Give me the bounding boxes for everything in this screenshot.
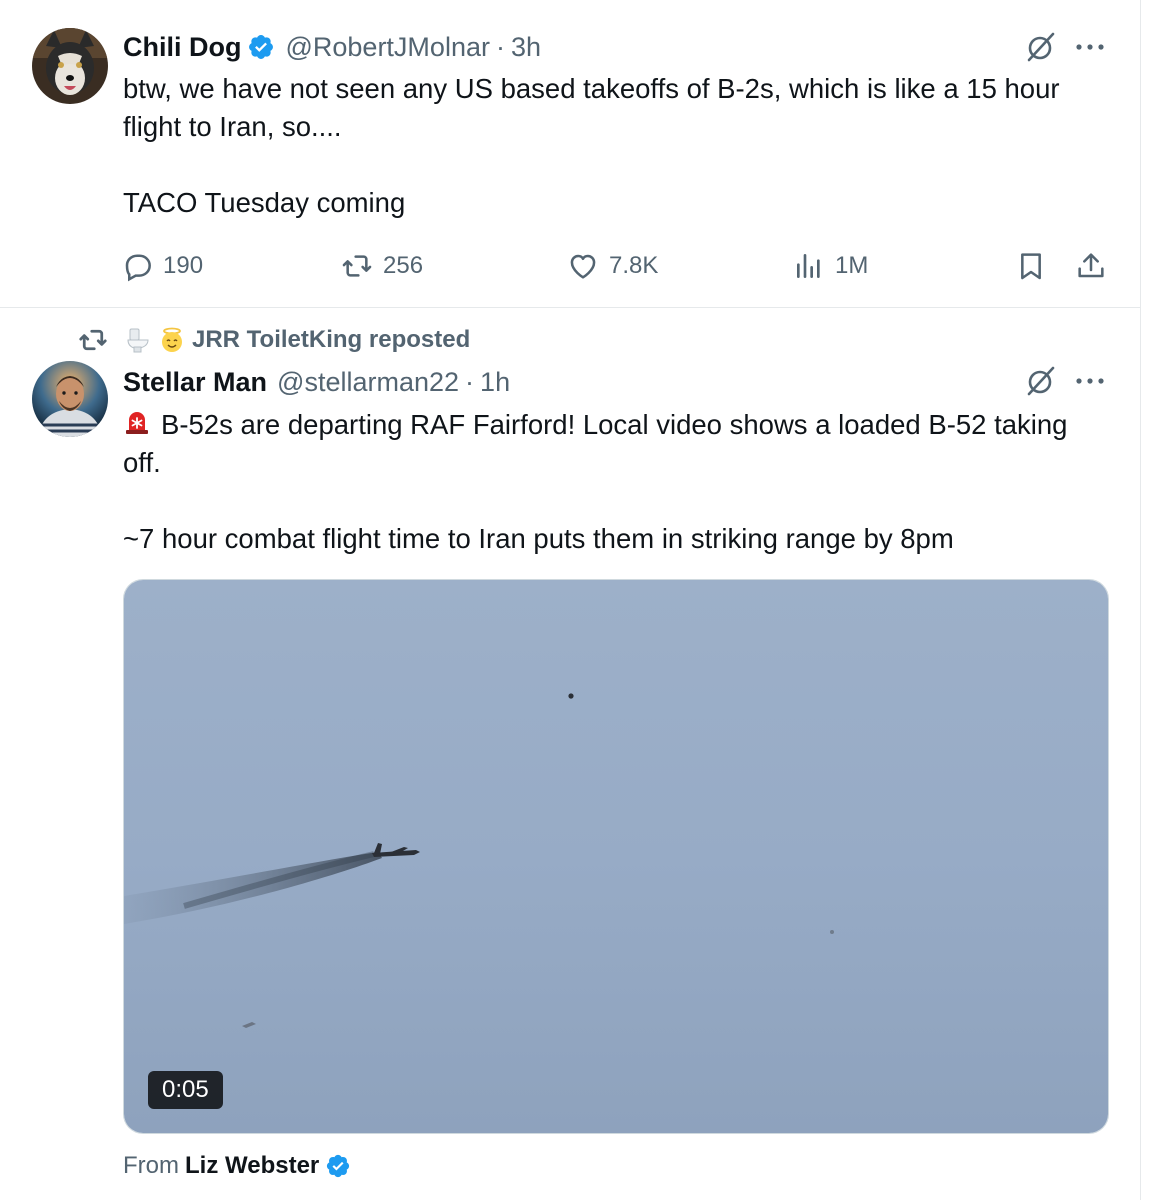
bookmark-button[interactable] [1015, 246, 1047, 286]
repost-button[interactable]: 256 [341, 246, 423, 286]
reply-icon [125, 254, 151, 282]
share-icon [1078, 253, 1104, 278]
repost-count: 256 [383, 252, 424, 279]
like-button[interactable]: 7.8K [567, 246, 658, 286]
tweet[interactable]: Chili Dog @RobertJMolnar · 3h btw, we ha… [0, 0, 1141, 308]
tweet-text: B-52s are departing RAF Fairford! Local … [123, 404, 1083, 558]
avatar[interactable] [32, 28, 108, 104]
grok-icon[interactable] [1025, 31, 1057, 63]
view-count: 1M [835, 252, 869, 279]
bookmark-icon [1021, 253, 1041, 280]
tweet-text-body: B-52s are departing RAF Fairford! Local … [123, 409, 1068, 554]
repost-icon [79, 329, 107, 351]
source-prefix: From [123, 1152, 179, 1179]
tweet[interactable]: JRR ToiletKing reposted Stellar Man @ste… [0, 308, 1141, 1200]
author-name[interactable]: Chili Dog [123, 32, 241, 63]
share-button[interactable] [1075, 246, 1107, 286]
separator-dot: · [495, 31, 505, 62]
views-chart-icon [797, 254, 820, 278]
timestamp[interactable]: 3h [511, 32, 541, 63]
more-options-icon[interactable] [1073, 30, 1107, 64]
media-source-attribution: From Liz Webster [123, 1150, 351, 1182]
heart-icon [570, 254, 596, 279]
rotating-light-icon [123, 404, 151, 434]
astronaut-avatar [32, 361, 108, 437]
verified-badge-icon [247, 33, 275, 61]
avatar[interactable] [32, 361, 108, 437]
views-button[interactable]: 1M [793, 246, 868, 286]
b52-bomber-in-sky [124, 580, 1108, 1133]
repost-icon [342, 255, 372, 277]
author-handle[interactable]: @RobertJMolnar [285, 32, 489, 63]
tweet-actions: 190 256 7.8K 1M [121, 246, 1111, 286]
author-name[interactable]: Stellar Man [123, 367, 267, 398]
reply-count: 190 [163, 252, 204, 279]
reply-button[interactable]: 190 [121, 246, 203, 286]
repost-context-text[interactable]: JRR ToiletKing reposted [192, 326, 470, 354]
separator-dot: · [465, 366, 475, 397]
toilet-emoji-icon [124, 326, 152, 354]
video-player[interactable]: 0:05 [123, 579, 1109, 1134]
timestamp[interactable]: 1h [480, 367, 510, 398]
tweet-header: Chili Dog @RobertJMolnar · 3h [123, 29, 541, 65]
grok-icon[interactable] [1025, 365, 1057, 397]
tweet-header: Stellar Man @stellarman22 · 1h [123, 364, 510, 400]
source-name[interactable]: Liz Webster [185, 1152, 319, 1180]
like-count: 7.8K [609, 252, 659, 279]
verified-badge-icon [325, 1153, 351, 1179]
repost-context: JRR ToiletKing reposted [78, 323, 470, 357]
timeline-feed: Chili Dog @RobertJMolnar · 3h btw, we ha… [0, 0, 1141, 1200]
husky-dog-avatar [32, 28, 108, 104]
angel-face-emoji-icon [158, 326, 186, 354]
author-handle[interactable]: @stellarman22 [277, 367, 459, 398]
tweet-text: btw, we have not seen any US based takeo… [123, 73, 1060, 218]
video-duration: 0:05 [148, 1071, 223, 1109]
more-options-icon[interactable] [1073, 364, 1107, 398]
